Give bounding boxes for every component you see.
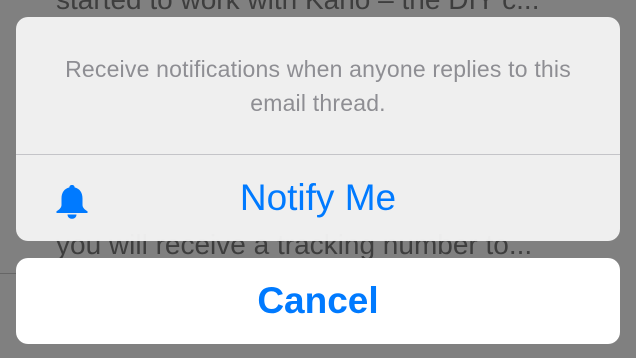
action-sheet-message: Receive notifications when anyone replie… [16, 17, 620, 154]
notify-me-label: Notify Me [239, 177, 397, 218]
action-sheet: Receive notifications when anyone replie… [16, 17, 620, 241]
cancel-button[interactable]: Cancel [16, 258, 620, 344]
notify-me-button[interactable]: Notify Me [16, 155, 620, 241]
email-text-line: started to work with Kano – the DIY c... [56, 0, 540, 16]
action-sheet-message-text: Receive notifications when anyone replie… [65, 55, 571, 116]
divider [0, 273, 16, 274]
